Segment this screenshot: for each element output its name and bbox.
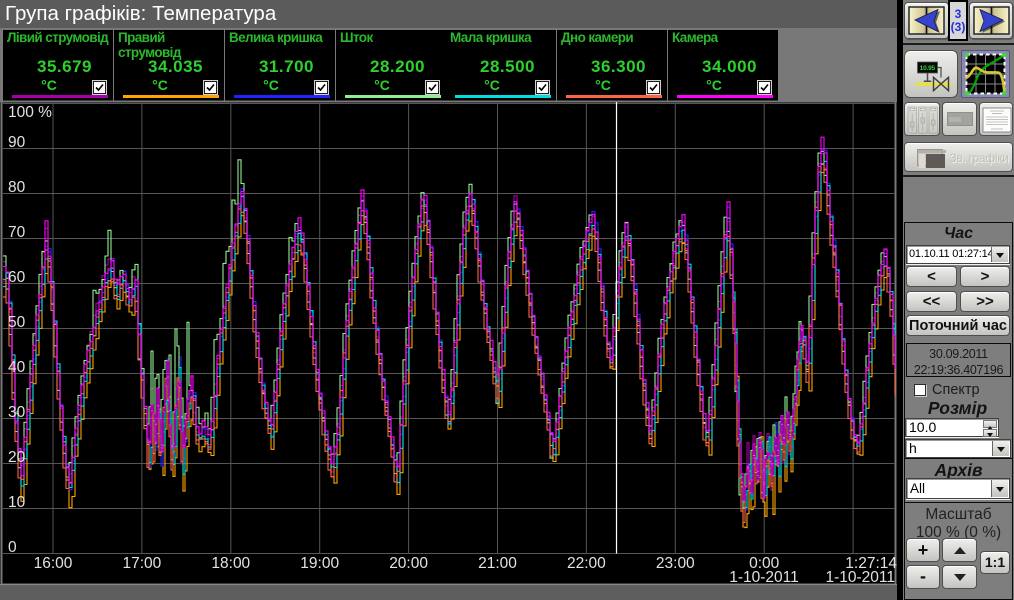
svg-text:60: 60 bbox=[8, 269, 26, 286]
svg-text:10: 10 bbox=[8, 494, 26, 511]
svg-text:50: 50 bbox=[8, 314, 26, 331]
svg-text:19:00: 19:00 bbox=[300, 555, 339, 572]
svg-text:22:00: 22:00 bbox=[567, 555, 606, 572]
svg-text:18:00: 18:00 bbox=[211, 555, 250, 572]
svg-text:80: 80 bbox=[8, 179, 26, 196]
svg-text:30: 30 bbox=[8, 404, 26, 421]
svg-text:21:00: 21:00 bbox=[478, 555, 517, 572]
svg-text:17:00: 17:00 bbox=[123, 555, 162, 572]
svg-text:100 %: 100 % bbox=[8, 104, 52, 121]
svg-text:90: 90 bbox=[8, 134, 26, 151]
svg-text:20: 20 bbox=[8, 449, 26, 466]
svg-text:40: 40 bbox=[8, 359, 26, 376]
svg-text:23:00: 23:00 bbox=[656, 555, 695, 572]
svg-text:20:00: 20:00 bbox=[389, 555, 428, 572]
svg-text:70: 70 bbox=[8, 224, 26, 241]
svg-text:16:00: 16:00 bbox=[34, 555, 73, 572]
svg-text:10.95: 10.95 bbox=[920, 65, 936, 72]
svg-text:0: 0 bbox=[8, 539, 17, 556]
